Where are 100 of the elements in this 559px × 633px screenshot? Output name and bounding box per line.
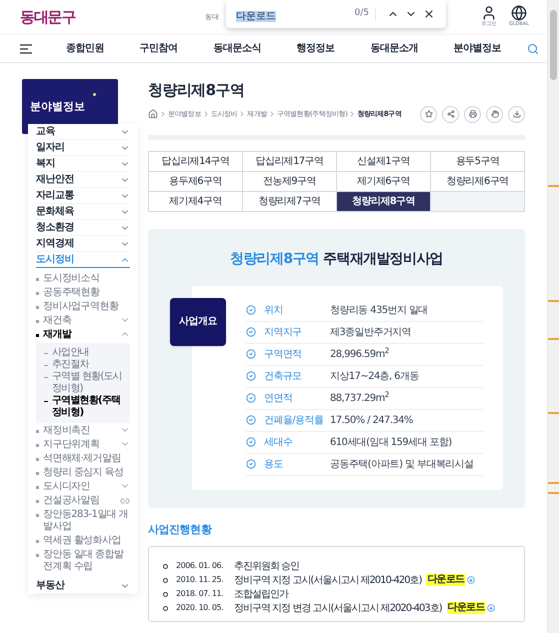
sidebar-subitem[interactable]: 재정비촉진 (43, 425, 116, 437)
district-tab[interactable]: 신설제1구역 (337, 152, 431, 172)
dash-icon (44, 365, 48, 366)
bullet-icon (36, 554, 39, 557)
check-icon (246, 393, 256, 403)
nav-link[interactable]: 종합민원 (66, 41, 104, 56)
dash-icon (44, 377, 48, 378)
bullet-icon (36, 306, 39, 309)
bullet-icon (36, 444, 39, 447)
sidebar-subitem[interactable]: 사업안내 (52, 347, 89, 359)
download-icon (487, 604, 496, 612)
sidebar-subitem[interactable]: 추진절차 (52, 359, 89, 371)
overview-label: 용도 (264, 458, 284, 472)
bullet-icon (163, 606, 168, 610)
bullet-icon (36, 514, 39, 517)
scrollbar[interactable] (547, 0, 559, 633)
favorite-button[interactable] (420, 106, 437, 122)
find-field[interactable]: 다운로드 (236, 2, 355, 26)
sidebar-subitem[interactable]: 건설공사알림 (43, 495, 116, 507)
printer-icon (468, 110, 476, 118)
progress-text: 정비구역 지정 고시(서울시고시 제2010-420호) (234, 574, 422, 588)
close-button[interactable] (423, 8, 435, 20)
bullet-icon (36, 278, 39, 281)
overview-value: 제3종일반주거지역 (330, 326, 411, 340)
sidebar-subitem[interactable]: 장안동 일대 종합발전계획 수립 (43, 549, 130, 573)
sidebar-subitem[interactable]: 도시디자인 (43, 481, 116, 493)
search-icon[interactable] (527, 42, 539, 54)
sidebar-item[interactable]: 청소환경 (36, 220, 130, 236)
district-tab[interactable]: 답십리제17구역 (243, 152, 337, 172)
share-icon (446, 110, 454, 118)
person-icon (480, 5, 497, 22)
district-tab[interactable]: 전농제9구역 (243, 172, 337, 192)
overview-value: 28,996.59m$^{2}$ (330, 346, 389, 362)
hand-icon (490, 110, 498, 118)
progress-date: 2020. 10. 05. (176, 602, 224, 614)
check-icon (246, 437, 256, 447)
sidebar-subitem[interactable]: 석면해체·제거알림 (43, 453, 130, 465)
overview-value: 17.50% / 247.34% (330, 414, 413, 428)
district-tab[interactable]: 답십리제14구역 (149, 152, 243, 172)
print-button[interactable] (464, 106, 481, 122)
sidebar-subitem[interactable]: 공동주택현황 (43, 287, 130, 299)
district-tab[interactable]: 제기제4구역 (149, 192, 243, 212)
nav-link[interactable]: 구민참여 (140, 41, 178, 56)
progress-date: 2006. 01. 06. (176, 560, 224, 572)
check-icon (246, 305, 256, 315)
sidebar-subitem[interactable]: 구역별 현황(도시정비형) (52, 371, 122, 395)
district-tab[interactable]: 용두5구역 (431, 152, 525, 172)
sidebar-subitem[interactable]: 재개발 (43, 329, 116, 341)
sidebar-subitem[interactable]: 역세권 활성화사업 (43, 535, 130, 547)
share-button[interactable] (442, 106, 459, 122)
district-tab[interactable]: 용두제6구역 (149, 172, 243, 192)
sidebar-item[interactable]: 자리교통 (36, 188, 130, 204)
sidebar-item[interactable]: 재난안전 (36, 172, 130, 188)
nav-link[interactable]: 분야별정보 (454, 41, 502, 56)
nav-link[interactable]: 동대문소식 (213, 41, 261, 56)
sidebar-subitem[interactable]: 구역별현황(주택정비형) (52, 395, 122, 419)
district-tab[interactable]: 청량리제8구역 (337, 192, 431, 212)
bullet-icon (36, 472, 39, 475)
overview-title: 청량리제8구역 주택재개발정비사업 (229, 250, 444, 268)
hand-button[interactable] (486, 106, 503, 122)
sidebar-item[interactable]: 문화체육 (36, 204, 130, 220)
overview-label: 건폐율/용적률 (264, 414, 324, 428)
progress-text: 정비구역 지정 변경 고시(서울시고시 제2020-403호) (234, 602, 442, 616)
sidebar-subitem[interactable]: 청량리 중심지 육성 (43, 467, 130, 479)
overview-badge: 사업개요 (170, 298, 226, 346)
bullet-icon (163, 578, 168, 582)
progress-text: 조합설립인가 (234, 588, 288, 602)
match-count: 0/5 (354, 7, 376, 21)
check-icon (246, 349, 256, 359)
sidebar-subitem[interactable]: 장안동283-1일대 개발사업 (43, 509, 130, 533)
overview-label: 구역면적 (264, 348, 303, 362)
star-icon (424, 110, 432, 118)
sidebar-subitem[interactable]: 재건축 (43, 315, 116, 327)
sidebar-item[interactable]: 도시정비 (36, 252, 130, 268)
overview-label: 세대수 (264, 436, 294, 450)
sidebar-subitem[interactable]: 도시정비소식 (43, 273, 130, 285)
sidebar-item[interactable]: 부동산 (36, 578, 130, 594)
sidebar-item[interactable]: 교육 (36, 124, 130, 140)
dash-icon (44, 401, 48, 402)
globe-icon (510, 5, 527, 22)
sidebar-item[interactable]: 지역경제 (36, 236, 130, 252)
check-icon (246, 371, 256, 381)
overview-value: 지상17~24층, 6개동 (330, 370, 419, 384)
sidebar-item[interactable]: 복지 (36, 156, 130, 172)
district-tab[interactable]: 제기제6구역 (337, 172, 431, 192)
download-button[interactable] (508, 106, 525, 122)
bullet-icon (36, 430, 39, 433)
sidebar-subitem[interactable]: 정비사업구역현황 (43, 301, 130, 313)
sidebar-item[interactable]: 일자리 (36, 140, 130, 156)
chevron-right-icon (159, 110, 167, 118)
district-tab[interactable]: 청량리제6구역 (431, 172, 525, 192)
download-icon (467, 576, 476, 584)
nav-link[interactable]: 동대문소개 (370, 41, 418, 56)
district-tab[interactable]: 청량리제7구역 (243, 192, 337, 212)
home-icon[interactable] (148, 109, 158, 119)
logo[interactable]: 동대문구 (20, 6, 76, 28)
sidebar-subitem[interactable]: 지구단위계획 (43, 439, 116, 451)
nav-link[interactable]: 행정정보 (296, 41, 335, 56)
menu-icon[interactable] (20, 44, 32, 54)
check-icon (246, 459, 256, 469)
